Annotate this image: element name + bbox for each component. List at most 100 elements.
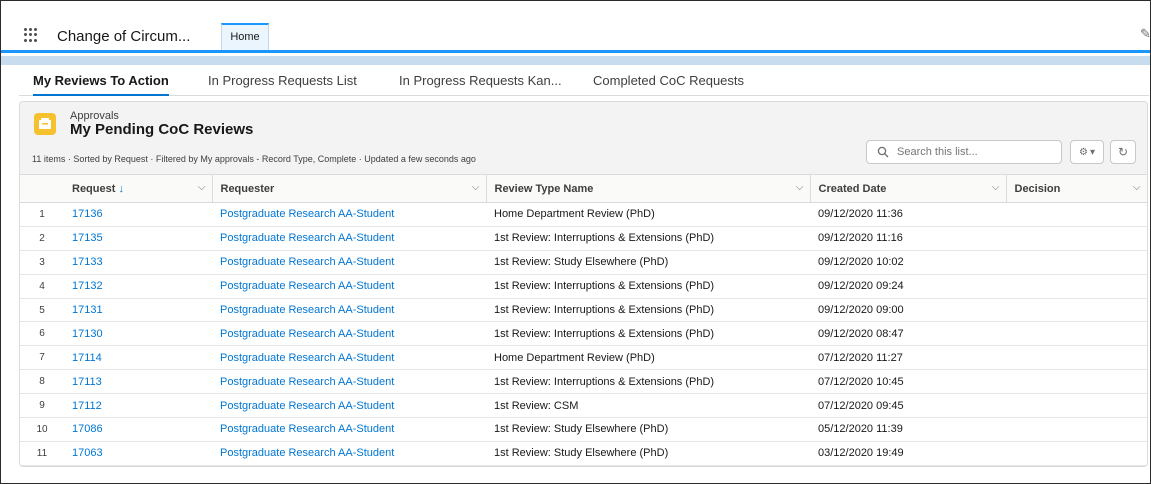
decision-cell [1006,394,1147,418]
row-number: 11 [36,447,48,459]
created-date-cell: 09/12/2020 11:16 [818,232,903,245]
requester-link[interactable]: Postgraduate Research AA-Student [220,208,394,220]
decision-cell [1006,322,1147,346]
chevron-down-icon: ▾ [1089,146,1095,158]
table-row: 10 17086 Postgraduate Research AA-Studen… [20,418,1147,442]
row-number: 2 [39,232,45,244]
search-list-input[interactable] [866,140,1062,164]
request-link[interactable]: 17112 [72,400,102,412]
requester-link[interactable]: Postgraduate Research AA-Student [220,304,394,316]
chevron-down-icon[interactable]: ⌵ [198,182,206,193]
requester-link[interactable]: Postgraduate Research AA-Student [220,280,394,292]
chevron-down-icon[interactable]: ⌵ [992,182,1000,193]
row-number: 6 [39,328,45,340]
decision-cell [1006,441,1147,465]
request-link[interactable]: 17130 [72,328,103,340]
table-row: 7 17114 Postgraduate Research AA-Student… [20,346,1147,370]
review-type-cell: Home Department Review (PhD) [494,351,655,364]
app-header: Change of Circum... Home ✎ [1,1,1150,53]
nav-tab-home[interactable]: Home [221,23,269,50]
page-tab-bar: My Reviews To Action In Progress Request… [19,65,1149,96]
request-link[interactable]: 17131 [72,304,103,316]
created-date-cell: 07/12/2020 11:27 [818,351,903,364]
created-date-cell: 07/12/2020 10:45 [818,375,904,388]
table-row: 2 17135 Postgraduate Research AA-Student… [20,226,1147,251]
table-row: 1 17136 Postgraduate Research AA-Student… [20,203,1147,227]
list-info-text: 11 items · Sorted by Request · Filtered … [32,154,476,164]
tab-in-progress-requests-list[interactable]: In Progress Requests List [208,73,357,96]
column-header-request[interactable]: Request ↓ ⌵ [64,174,213,203]
column-header-requester[interactable]: Requester ⌵ [212,174,487,203]
chevron-down-icon[interactable]: ⌵ [1133,182,1141,193]
review-type-cell: 1st Review: Study Elsewhere (PhD) [494,256,669,269]
table-header-row: Request ↓ ⌵ Requester ⌵ Review Type Name… [20,174,1147,203]
request-link[interactable]: 17133 [72,256,103,268]
table-body: 1 17136 Postgraduate Research AA-Student… [20,203,1147,466]
created-date-cell: 09/12/2020 11:36 [818,208,903,221]
list-view-title[interactable]: My Pending CoC Reviews [70,121,253,138]
request-link[interactable]: 17113 [72,376,102,388]
decision-cell [1006,370,1147,394]
created-date-cell: 09/12/2020 10:02 [818,256,904,269]
list-view-card: Approvals My Pending CoC Reviews 11 item… [19,101,1148,467]
requester-link[interactable]: Postgraduate Research AA-Student [220,256,394,268]
review-type-cell: Home Department Review (PhD) [494,208,655,221]
requester-link[interactable]: Postgraduate Research AA-Student [220,400,394,412]
column-header-decision[interactable]: Decision ⌵ [1006,174,1147,203]
created-date-cell: 09/12/2020 09:24 [818,280,904,293]
table-row: 4 17132 Postgraduate Research AA-Student… [20,274,1147,299]
table-row: 3 17133 Postgraduate Research AA-Student… [20,250,1147,275]
list-table: Request ↓ ⌵ Requester ⌵ Review Type Name… [20,174,1147,466]
refresh-button[interactable]: ↻ [1110,140,1136,164]
list-header: Approvals My Pending CoC Reviews 11 item… [20,102,1147,174]
table-row: 9 17112 Postgraduate Research AA-Student… [20,394,1147,418]
chevron-down-icon[interactable]: ⌵ [796,182,804,193]
list-settings-button[interactable]: ⚙ ▾ [1070,140,1104,164]
request-link[interactable]: 17135 [72,232,103,244]
request-link[interactable]: 17132 [72,280,103,292]
tab-in-progress-requests-kanban[interactable]: In Progress Requests Kan... [399,73,562,96]
requester-link[interactable]: Postgraduate Research AA-Student [220,423,394,435]
tab-completed-coc-requests[interactable]: Completed CoC Requests [593,73,744,96]
decision-cell [1006,298,1147,322]
tab-my-reviews-to-action[interactable]: My Reviews To Action [33,73,169,96]
requester-link[interactable]: Postgraduate Research AA-Student [220,352,394,364]
sort-arrow-down-icon: ↓ [118,182,124,195]
created-date-cell: 09/12/2020 09:00 [818,304,904,316]
decision-cell [1006,250,1147,274]
created-date-cell: 07/12/2020 09:45 [818,399,904,412]
edit-nav-icon[interactable]: ✎ [1140,27,1150,41]
column-header-created-date[interactable]: Created Date ⌵ [810,174,1007,203]
column-header-review-type-name[interactable]: Review Type Name ⌵ [486,174,811,203]
request-link[interactable]: 17063 [72,447,103,459]
review-type-cell: 1st Review: Interruptions & Extensions (… [494,304,715,316]
approvals-icon [34,113,56,135]
requester-link[interactable]: Postgraduate Research AA-Student [220,328,394,340]
chevron-down-icon[interactable]: ⌵ [472,182,480,193]
requester-link[interactable]: Postgraduate Research AA-Student [220,447,394,459]
row-number: 7 [39,352,45,364]
review-type-cell: 1st Review: Interruptions & Extensions (… [494,232,715,245]
decision-cell [1006,203,1147,227]
request-link[interactable]: 17086 [72,423,103,435]
created-date-cell: 05/12/2020 11:39 [818,423,903,436]
refresh-icon: ↻ [1117,145,1129,159]
table-row: 8 17113 Postgraduate Research AA-Student… [20,370,1147,394]
gear-icon: ⚙ [1079,146,1088,158]
requester-link[interactable]: Postgraduate Research AA-Student [220,376,394,388]
app-name: Change of Circum... [57,28,191,45]
table-row: 5 17131 Postgraduate Research AA-Student… [20,298,1147,322]
row-number: 4 [39,280,45,292]
request-link[interactable]: 17114 [72,352,102,364]
review-type-cell: 1st Review: Interruptions & Extensions (… [494,327,715,340]
decision-cell [1006,274,1147,298]
review-type-cell: 1st Review: Study Elsewhere (PhD) [494,447,669,460]
row-number: 9 [39,400,45,412]
request-link[interactable]: 17136 [72,208,103,220]
created-date-cell: 03/12/2020 19:49 [818,447,904,460]
requester-link[interactable]: Postgraduate Research AA-Student [220,232,394,244]
row-number-header [20,175,64,203]
created-date-cell: 09/12/2020 08:47 [818,327,904,340]
app-window: Change of Circum... Home ✎ My Reviews To… [0,0,1151,484]
app-launcher-icon[interactable] [24,28,38,42]
